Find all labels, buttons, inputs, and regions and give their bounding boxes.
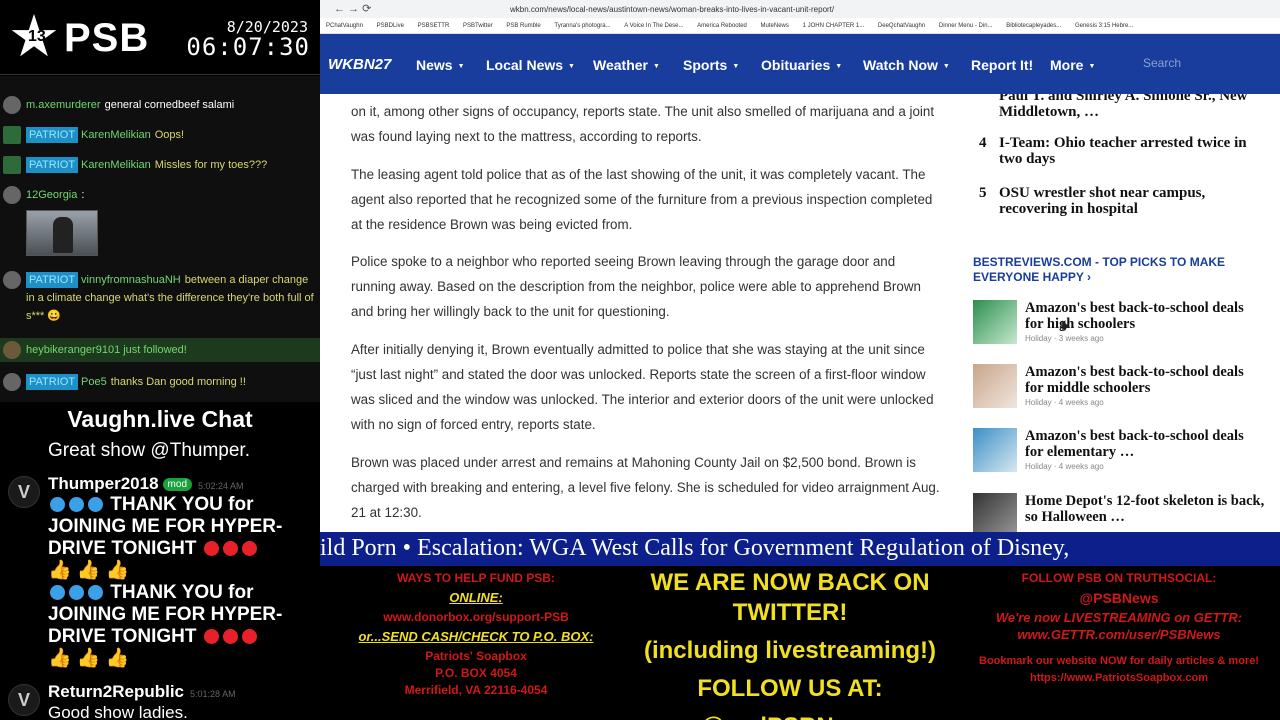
avatar: [3, 156, 21, 174]
avatar: [3, 341, 21, 359]
nav-watch-now[interactable]: Watch Now ▼: [863, 57, 950, 73]
chevron-down-icon: ▼: [652, 63, 660, 70]
social-panel: FOLLOW PSB ON TRUTHSOCIAL: @PSBNews We'r…: [979, 571, 1259, 684]
nav-report-it[interactable]: Report It!: [971, 57, 1033, 73]
thumbnail: [973, 428, 1017, 472]
address-bar: ← → ⟳ wkbn.com/news/local-news/austintow…: [320, 0, 1280, 18]
vaughn-logo-icon: V: [8, 476, 40, 508]
nav-local-news[interactable]: Local News ▼: [486, 57, 575, 73]
chevron-down-icon: ▼: [942, 63, 950, 70]
chat-message: THANK YOU for JOINING ME FOR HYPER-DRIVE…: [48, 494, 283, 581]
vaughn-chat-title: Vaughn.live Chat: [67, 406, 253, 432]
browser-nav-buttons[interactable]: ← → ⟳: [334, 2, 371, 15]
bookmark[interactable]: Dinner Menu - Din...: [939, 23, 993, 29]
ticker-text: ild Porn • Escalation: WGA West Calls fo…: [320, 535, 1070, 561]
avatar: [3, 96, 21, 114]
chevron-down-icon: ▼: [732, 63, 740, 70]
stream-clock: 06:07:30: [186, 33, 310, 61]
chat-username: Return2Republic 5:01:28 AM: [48, 682, 236, 701]
article-body: on it, among other signs of occupancy, r…: [320, 94, 960, 532]
stream-header: ★ 13 PSB 8/20/2023 06:07:30: [0, 0, 320, 75]
chevron-down-icon: ▼: [568, 63, 575, 70]
thumbnail: [973, 493, 1017, 532]
chevron-down-icon: ▼: [835, 63, 843, 70]
nav-sports[interactable]: Sports ▼: [683, 57, 739, 73]
follow-notice: heybikeranger9101 just followed!: [0, 338, 320, 362]
url-field[interactable]: wkbn.com/news/local-news/austintown-news…: [510, 3, 1070, 16]
article-paragraph: After initially denying it, Brown eventu…: [351, 342, 934, 432]
browser-window: ← → ⟳ wkbn.com/news/local-news/austintow…: [320, 0, 1280, 532]
nav-obituaries[interactable]: Obituaries ▼: [761, 57, 842, 73]
mod-badge: mod: [162, 478, 192, 492]
bestreviews-item[interactable]: Amazon's best back-to-school deals for e…: [973, 428, 1273, 478]
vaughn-chat: Vaughn.live Chat Great show @Thumper. V …: [0, 402, 320, 720]
chevron-down-icon: ▼: [1088, 63, 1096, 70]
bookmark[interactable]: MuteNews: [761, 23, 789, 29]
chat-message: Great show @Thumper.: [48, 440, 250, 461]
chat-panel: m.axemurderer general cornedbeef salami P…: [0, 76, 320, 402]
bookmark[interactable]: DeeQchatVaughn: [878, 23, 925, 29]
thumbnail: [973, 300, 1017, 344]
bookmark[interactable]: PSBDLive: [377, 23, 404, 29]
article-paragraph: on it, among other signs of occupancy, r…: [351, 104, 935, 144]
bookmark[interactable]: PSBTwitter: [463, 23, 493, 29]
news-ticker: ild Porn • Escalation: WGA West Calls fo…: [320, 532, 1280, 566]
bestreviews-item[interactable]: Amazon's best back-to-school deals for h…: [973, 300, 1273, 350]
chat-username: Thumper2018 mod 5:02:24 AM: [48, 474, 244, 493]
bestreviews-item[interactable]: Amazon's best back-to-school deals for m…: [973, 364, 1273, 414]
patriot-badge: PATRIOT: [26, 272, 79, 288]
chevron-down-icon: ▼: [457, 63, 465, 70]
patriot-badge: PATRIOT: [26, 127, 79, 143]
bookmark[interactable]: Tyranna's photogra...: [554, 23, 610, 29]
chat-image[interactable]: [26, 210, 98, 256]
wkbn-logo[interactable]: WKBN27: [328, 56, 391, 73]
fund-psb-panel: WAYS TO HELP FUND PSB: ONLINE: www.donor…: [358, 571, 594, 697]
article-paragraph: The leasing agent told police that as of…: [351, 167, 933, 232]
bookmark[interactable]: PSB Rumble: [506, 23, 540, 29]
chat-message: THANK YOU for JOINING ME FOR HYPER-DRIVE…: [48, 582, 283, 669]
psb-logo: ★ 13 PSB: [8, 6, 148, 70]
bookmark[interactable]: 1 JOHN CHAPTER 1...: [803, 23, 865, 29]
patriot-badge: PATRIOT: [26, 374, 79, 390]
bookmark[interactable]: Genesis 3:15 Hebre...: [1075, 23, 1133, 29]
bookmarks-bar: PChatVaughn PSBDLive PSBSETTR PSBTwitter…: [320, 18, 1280, 34]
bookmark[interactable]: PChatVaughn: [326, 23, 363, 29]
avatar: [3, 271, 21, 289]
article-paragraph: Police spoke to a neighbor who reported …: [351, 254, 921, 319]
logo-text: PSB: [64, 16, 150, 60]
bookmark[interactable]: America Rebooted: [697, 23, 747, 29]
bestreviews-item[interactable]: Home Depot's 12-foot skeleton is back, s…: [973, 493, 1273, 532]
nav-more[interactable]: More ▼: [1050, 57, 1095, 73]
bookmark[interactable]: A Voice In The Dese...: [624, 23, 683, 29]
vaughn-logo-icon: V: [8, 684, 40, 716]
article-paragraph: Brown was placed under arrest and remain…: [351, 455, 940, 520]
nav-weather[interactable]: Weather ▼: [593, 57, 660, 73]
sidebar: Paul T. and Shirley A. Simone Sr., New M…: [973, 94, 1280, 532]
chat-message: Good show ladies.: [48, 703, 188, 720]
bestreviews-heading[interactable]: BESTREVIEWS.COM - TOP PICKS TO MAKE EVER…: [973, 255, 1253, 285]
bookmark[interactable]: PSBSETTR: [418, 23, 450, 29]
thumbnail: [973, 364, 1017, 408]
avatar: [3, 126, 21, 144]
patriot-badge: PATRIOT: [26, 157, 79, 173]
site-nav: WKBN27 News ▼ Local News ▼ Weather ▼ Sports…: [320, 34, 1280, 94]
bookmark[interactable]: Bibliotecapleyades...: [1006, 23, 1061, 29]
search-input[interactable]: Search: [1143, 56, 1181, 70]
promo-banner: WAYS TO HELP FUND PSB: ONLINE: www.donor…: [320, 566, 1280, 720]
logo-number: 13: [28, 28, 46, 45]
avatar: [3, 186, 21, 204]
nav-news[interactable]: News ▼: [416, 57, 465, 73]
avatar: [3, 373, 21, 391]
stream-overlay: ★ 13 PSB 8/20/2023 06:07:30 m.axemurdere…: [0, 0, 320, 720]
screen: ★ 13 PSB 8/20/2023 06:07:30 m.axemurdere…: [0, 0, 1280, 720]
twitter-panel: WE ARE NOW BACK ON TWITTER! (including l…: [643, 569, 937, 720]
